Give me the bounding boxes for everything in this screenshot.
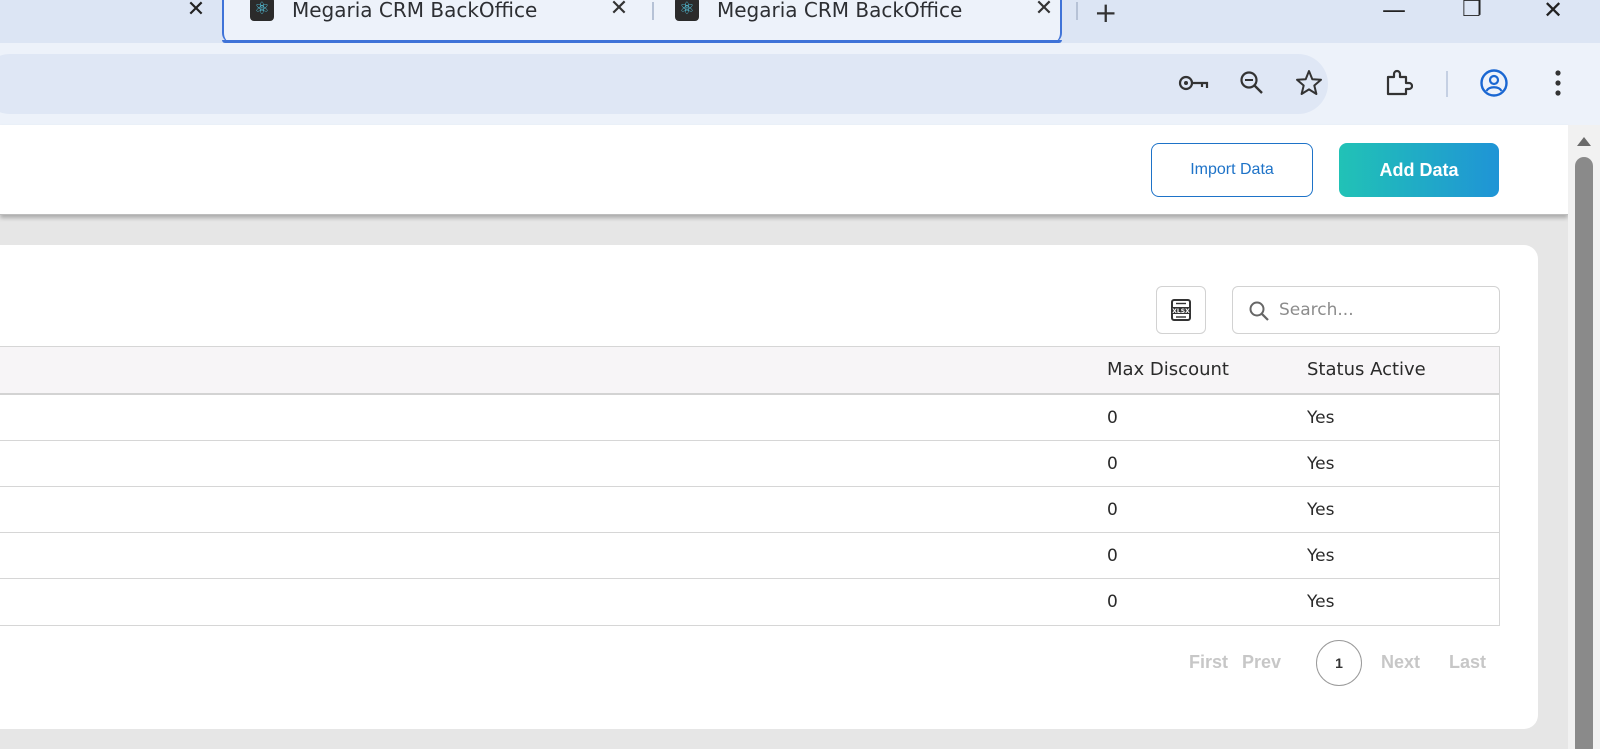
data-card: XLSX Max Discount Status Active 0 Yes 0 … <box>0 245 1538 729</box>
cell-max-discount: 0 <box>1107 500 1118 520</box>
table-row[interactable]: 0 Yes <box>0 487 1499 533</box>
search-input[interactable] <box>1279 295 1489 325</box>
cell-max-discount: 0 <box>1107 408 1118 428</box>
cell-status-active: Yes <box>1307 546 1335 566</box>
column-header-max-discount[interactable]: Max Discount <box>1107 359 1229 380</box>
bookmark-star-icon[interactable] <box>1293 67 1325 99</box>
tab-close-icon[interactable]: ✕ <box>1032 0 1056 22</box>
add-data-button[interactable]: Add Data <box>1339 143 1499 197</box>
pagination: First Prev 1 Next Last <box>0 640 1500 686</box>
address-bar[interactable] <box>0 54 1328 114</box>
pagination-prev[interactable]: Prev <box>1242 652 1281 673</box>
pagination-next[interactable]: Next <box>1381 652 1420 673</box>
cell-status-active: Yes <box>1307 592 1335 612</box>
search-icon <box>1249 301 1269 321</box>
tab-title[interactable]: Megaria CRM BackOffice <box>717 0 962 22</box>
cell-max-discount: 0 <box>1107 546 1118 566</box>
tab-title[interactable]: Megaria CRM BackOffice <box>292 0 537 22</box>
toolbar-divider <box>1446 71 1448 97</box>
restore-icon[interactable]: ❐ <box>1462 0 1482 22</box>
tab-separator <box>1076 2 1078 20</box>
scroll-up-arrow-icon[interactable] <box>1577 137 1591 146</box>
pagination-first[interactable]: First <box>1189 652 1228 673</box>
react-favicon-icon: ⚛ <box>675 0 699 21</box>
app-header: Import Data Add Data <box>0 125 1568 215</box>
export-excel-button[interactable]: XLSX <box>1156 286 1206 334</box>
svg-text:XLSX: XLSX <box>1172 308 1190 315</box>
menu-icon[interactable] <box>1542 67 1574 99</box>
table-row[interactable]: 0 Yes <box>0 533 1499 579</box>
search-field[interactable] <box>1232 286 1500 334</box>
cell-max-discount: 0 <box>1107 592 1118 612</box>
new-tab-button[interactable]: + <box>1094 0 1117 29</box>
pagination-current-page[interactable]: 1 <box>1316 640 1362 686</box>
import-data-button[interactable]: Import Data <box>1151 143 1313 197</box>
zoom-icon[interactable] <box>1236 67 1268 99</box>
tab-separator <box>652 2 654 20</box>
minimize-icon[interactable]: — <box>1382 0 1406 24</box>
previous-tab-close-icon[interactable]: ✕ <box>184 0 208 22</box>
browser-toolbar <box>0 43 1600 125</box>
password-key-icon[interactable] <box>1178 67 1210 99</box>
table-row[interactable]: 0 Yes <box>0 395 1499 441</box>
table-row[interactable]: 0 Yes <box>0 441 1499 487</box>
data-table: Max Discount Status Active 0 Yes 0 Yes 0… <box>0 346 1500 626</box>
profile-icon[interactable] <box>1478 67 1510 99</box>
cell-status-active: Yes <box>1307 408 1335 428</box>
cell-status-active: Yes <box>1307 500 1335 520</box>
scrollbar-thumb[interactable] <box>1575 157 1593 749</box>
page-scrollbar[interactable] <box>1568 125 1600 749</box>
table-header: Max Discount Status Active <box>0 347 1499 395</box>
browser-tab-strip: ✕ ⚛ Megaria CRM BackOffice ✕ ⚛ Megaria C… <box>0 0 1600 43</box>
table-row[interactable]: 0 Yes <box>0 579 1499 625</box>
column-header-status-active[interactable]: Status Active <box>1307 359 1426 380</box>
cell-max-discount: 0 <box>1107 454 1118 474</box>
react-favicon-icon: ⚛ <box>250 0 274 21</box>
window-close-icon[interactable]: ✕ <box>1543 0 1563 24</box>
pagination-last[interactable]: Last <box>1449 652 1486 673</box>
cell-status-active: Yes <box>1307 454 1335 474</box>
excel-export-icon: XLSX <box>1171 299 1191 321</box>
extensions-icon[interactable] <box>1382 67 1414 99</box>
tab-close-icon[interactable]: ✕ <box>607 0 631 22</box>
